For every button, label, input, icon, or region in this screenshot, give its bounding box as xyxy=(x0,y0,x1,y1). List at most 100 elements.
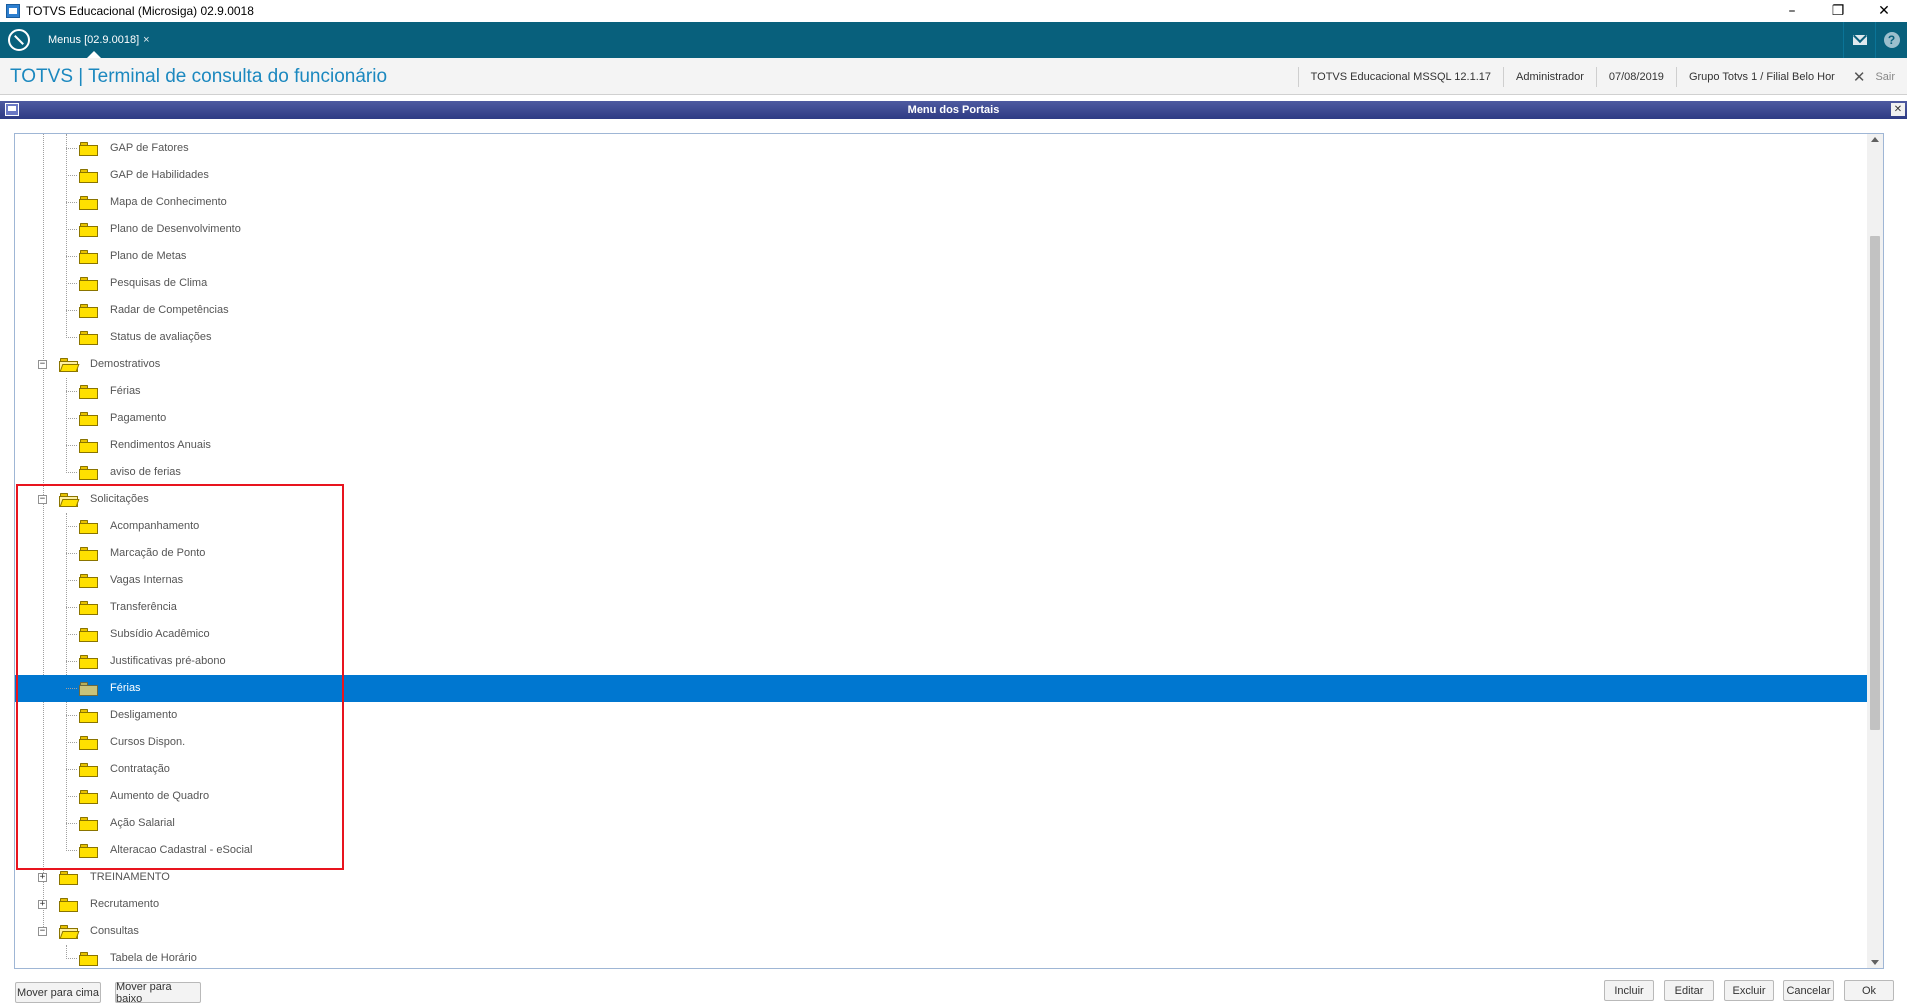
tree-item-node[interactable]: Subsídio Acadêmico xyxy=(15,621,1867,648)
collapse-icon[interactable]: − xyxy=(38,495,47,504)
environment-info: TOTVS Educacional MSSQL 12.1.17 xyxy=(1297,66,1503,87)
tree-item-node[interactable]: Justificativas pré-abono xyxy=(15,648,1867,675)
tree-item-node[interactable]: Mapa de Conhecimento xyxy=(15,189,1867,216)
tree-item-node[interactable]: Desligamento xyxy=(15,702,1867,729)
cancel-button[interactable]: Cancelar xyxy=(1783,980,1834,1001)
help-button[interactable]: ? xyxy=(1875,22,1907,58)
tree-scrollbar[interactable] xyxy=(1867,134,1883,968)
scroll-down-icon[interactable] xyxy=(1871,960,1879,965)
folder-icon xyxy=(79,412,98,426)
tree-item-node[interactable]: Contratação xyxy=(15,756,1867,783)
tree-node-label: Demostrativos xyxy=(90,358,161,370)
portal-menu-tree[interactable]: GAP de Fatores GAP de Habilidades Mapa de … xyxy=(14,133,1884,969)
tree-item-node[interactable]: Rendimentos Anuais xyxy=(15,432,1867,459)
tree-node-label: GAP de Fatores xyxy=(110,142,189,154)
tree-node-label: Marcação de Ponto xyxy=(110,547,206,559)
active-tab-indicator xyxy=(87,51,101,58)
move-up-button[interactable]: Mover para cima xyxy=(15,982,101,1003)
tree-item-node[interactable]: Pesquisas de Clima xyxy=(15,270,1867,297)
restore-button[interactable]: ❐ xyxy=(1815,0,1861,22)
tree-node-label: Contratação xyxy=(110,763,170,775)
folder-icon xyxy=(79,790,98,804)
folder-open-icon xyxy=(59,925,80,939)
tree-connector xyxy=(66,769,77,770)
tree-group-node[interactable]: − Consultas xyxy=(15,918,1867,945)
tree-node-label: Cursos Dispon. xyxy=(110,736,186,748)
folder-icon xyxy=(79,709,98,723)
tree-item-node[interactable]: GAP de Fatores xyxy=(15,135,1867,162)
tree-connector xyxy=(66,418,77,419)
tree-node-label: Tabela de Horário xyxy=(110,952,197,964)
folder-icon xyxy=(79,466,98,480)
tree-node-label: Férias xyxy=(110,682,141,694)
exit-button[interactable]: ✕ Sair xyxy=(1847,67,1907,87)
tree-item-node[interactable]: Férias xyxy=(15,675,1867,702)
window-title: TOTVS Educacional (Microsiga) 02.9.0018 xyxy=(26,4,254,18)
ok-button[interactable]: Ok xyxy=(1844,980,1894,1001)
expand-icon[interactable]: + xyxy=(38,873,47,882)
tree-item-node[interactable]: Alteracao Cadastral - eSocial xyxy=(15,837,1867,864)
tree-item-node[interactable]: GAP de Habilidades xyxy=(15,162,1867,189)
tree-connector xyxy=(66,715,77,716)
folder-icon xyxy=(79,655,98,669)
close-window-button[interactable]: ✕ xyxy=(1861,0,1907,22)
tree-item-node[interactable]: Transferência xyxy=(15,594,1867,621)
tree-group-node[interactable]: + Recrutamento xyxy=(15,891,1867,918)
minimize-button[interactable]: – xyxy=(1769,0,1815,22)
tree-connector xyxy=(66,742,77,743)
tree-node-label: Subsídio Acadêmico xyxy=(110,628,210,640)
tree-item-node[interactable]: Acompanhamento xyxy=(15,513,1867,540)
tree-item-node[interactable]: Pagamento xyxy=(15,405,1867,432)
tree-item-node[interactable]: aviso de ferias xyxy=(15,459,1867,486)
tree-connector xyxy=(66,445,77,446)
tree-node-label: TREINAMENTO xyxy=(90,871,170,883)
tree-node-label: Pesquisas de Clima xyxy=(110,277,208,289)
tree-item-node[interactable]: Férias xyxy=(15,378,1867,405)
tree-connector xyxy=(66,796,77,797)
delete-button[interactable]: Excluir xyxy=(1724,980,1774,1001)
tree-item-node[interactable]: Radar de Competências xyxy=(15,297,1867,324)
folder-icon xyxy=(59,898,78,912)
folder-icon xyxy=(59,871,78,885)
tree-item-node[interactable]: Tabela de Horário xyxy=(15,945,1867,968)
tree-item-node[interactable]: Ação Salarial xyxy=(15,810,1867,837)
tree-connector xyxy=(66,553,77,554)
tree-item-node[interactable]: Plano de Desenvolvimento xyxy=(15,216,1867,243)
collapse-icon[interactable]: − xyxy=(38,360,47,369)
folder-icon xyxy=(79,385,98,399)
exit-icon: ✕ xyxy=(1852,68,1866,86)
scroll-up-icon[interactable] xyxy=(1871,137,1879,142)
expand-icon[interactable]: + xyxy=(38,900,47,909)
move-down-button[interactable]: Mover para baixo xyxy=(115,981,201,1005)
tree-group-node[interactable]: + TREINAMENTO xyxy=(15,864,1867,891)
window-titlebar: TOTVS Educacional (Microsiga) 02.9.0018 … xyxy=(0,0,1907,22)
tree-item-node[interactable]: Plano de Metas xyxy=(15,243,1867,270)
tree-item-node[interactable]: Status de avaliações xyxy=(15,324,1867,351)
tree-group-node[interactable]: − Solicitações xyxy=(15,486,1867,513)
tree-item-node[interactable]: Vagas Internas xyxy=(15,567,1867,594)
folder-icon xyxy=(79,331,98,345)
include-button[interactable]: Incluir xyxy=(1604,980,1654,1001)
page-header: TOTVS | Terminal de consulta do funcioná… xyxy=(0,58,1907,95)
dialog-close-button[interactable]: ✕ xyxy=(1891,103,1905,116)
tree-connector xyxy=(66,148,77,149)
tree-connector xyxy=(66,337,77,338)
folder-icon xyxy=(79,169,98,183)
tree-item-node[interactable]: Marcação de Ponto xyxy=(15,540,1867,567)
tree-connector xyxy=(66,634,77,635)
tree-group-node[interactable]: − Demostrativos xyxy=(15,351,1867,378)
tree-connector xyxy=(66,607,77,608)
edit-button[interactable]: Editar xyxy=(1664,980,1714,1001)
totvs-logo-icon[interactable] xyxy=(8,29,30,51)
tab-close-icon[interactable]: × xyxy=(143,34,149,46)
mail-button[interactable] xyxy=(1843,22,1875,58)
collapse-icon[interactable]: − xyxy=(38,927,47,936)
tree-item-node[interactable]: Aumento de Quadro xyxy=(15,783,1867,810)
folder-icon xyxy=(79,223,98,237)
tree-item-node[interactable]: Cursos Dispon. xyxy=(15,729,1867,756)
scroll-thumb[interactable] xyxy=(1870,236,1880,730)
folder-icon xyxy=(79,304,98,318)
folder-icon xyxy=(79,520,98,534)
tab-label: Menus [02.9.0018] xyxy=(48,34,140,46)
tree-connector xyxy=(66,661,77,662)
